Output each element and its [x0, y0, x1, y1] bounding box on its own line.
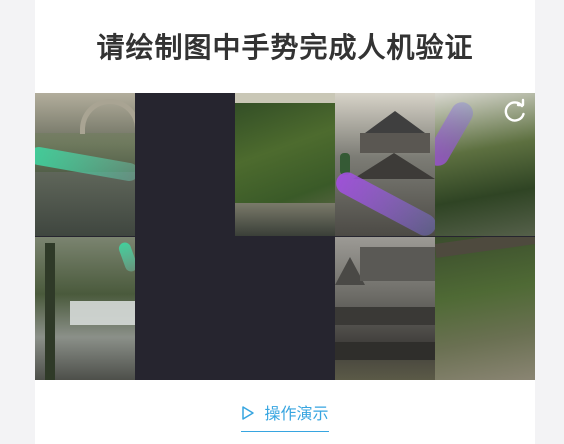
gesture-ribbon-violet: [435, 98, 478, 170]
image-tile-village[interactable]: [335, 237, 435, 380]
captcha-panel: 请绘制图中手势完成人机验证 操作演示: [35, 0, 535, 444]
image-tile-waterfall[interactable]: [35, 237, 135, 380]
demo-underline: [241, 431, 329, 432]
image-tile-pavilion[interactable]: [335, 93, 435, 236]
gesture-image-grid[interactable]: [35, 93, 535, 380]
play-triangle-icon: [241, 404, 264, 423]
image-tile-foliage[interactable]: [235, 93, 335, 236]
blank-tile: [135, 93, 235, 236]
refresh-icon[interactable]: [502, 98, 528, 124]
captcha-title: 请绘制图中手势完成人机验证: [96, 31, 474, 64]
blank-tile: [235, 237, 335, 380]
image-tile-riverbank[interactable]: [435, 237, 535, 380]
blank-tile: [135, 237, 235, 380]
demo-label: 操作演示: [264, 404, 329, 423]
image-tile-bridge[interactable]: [35, 93, 135, 236]
gesture-ribbon-teal: [117, 240, 135, 274]
demo-button[interactable]: 操作演示: [240, 400, 330, 424]
